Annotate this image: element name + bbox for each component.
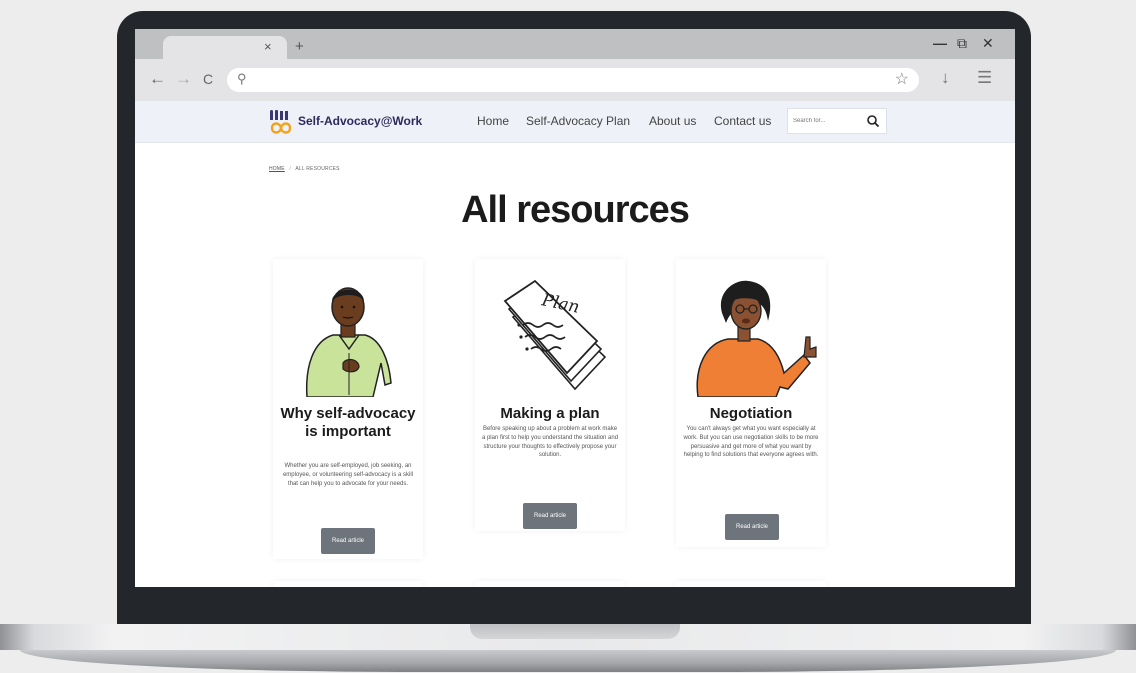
search-icon[interactable] <box>866 114 880 128</box>
logo-text: Self-Advocacy@Work <box>298 114 423 128</box>
logo-mark-icon <box>270 110 292 134</box>
resource-card: Plan Making a plan Before speaking up ab… <box>475 259 625 531</box>
resource-card <box>273 581 423 587</box>
nav-contact-us[interactable]: Contact us <box>714 114 771 128</box>
laptop-base-edge <box>20 650 1116 672</box>
search-input[interactable] <box>788 109 860 133</box>
resource-card <box>475 581 625 587</box>
bookmark-star-icon[interactable]: ☆ <box>895 69 909 89</box>
nav-about-us[interactable]: About us <box>649 114 696 128</box>
breadcrumb-separator: / <box>289 166 291 172</box>
card-description: Before speaking up about a problem at wo… <box>481 426 619 459</box>
resource-card: Negotiation You can't always get what yo… <box>676 259 826 547</box>
card-title: Negotiation <box>709 405 793 422</box>
nav-home[interactable]: Home <box>477 114 509 128</box>
breadcrumb: HOME / ALL RESOURCES <box>269 166 340 172</box>
site-search <box>787 108 887 134</box>
minimize-icon[interactable]: — <box>933 35 947 51</box>
card-title: Why self-advocacy is important <box>280 405 416 440</box>
close-window-icon[interactable]: ✕ <box>982 35 994 52</box>
forward-icon[interactable]: → <box>175 69 192 89</box>
site-logo[interactable]: Self-Advocacy@Work <box>269 108 423 136</box>
new-tab-icon[interactable]: + <box>295 38 304 55</box>
site-header: Self-Advocacy@Work Home Self-Advocacy Pl… <box>135 101 1015 143</box>
man-illustration-icon <box>305 287 392 397</box>
back-icon[interactable]: ← <box>149 69 166 89</box>
breadcrumb-current: ALL RESOURCES <box>295 166 340 172</box>
laptop-notch <box>470 624 680 639</box>
read-article-button[interactable]: Read article <box>321 528 375 554</box>
restore-icon[interactable]: ⧉ <box>957 35 967 52</box>
menu-icon[interactable]: ☰ <box>977 68 992 88</box>
address-bar[interactable]: ⚲ ☆ <box>227 68 919 92</box>
breadcrumb-home-link[interactable]: HOME <box>269 166 285 172</box>
tab-close-icon[interactable]: × <box>264 39 272 54</box>
read-article-button[interactable]: Read article <box>523 503 577 529</box>
download-icon[interactable]: ↓ <box>941 68 950 88</box>
card-title: Making a plan <box>500 405 600 422</box>
nav-self-advocacy-plan[interactable]: Self-Advocacy Plan <box>526 114 630 128</box>
search-icon: ⚲ <box>237 71 247 86</box>
card-description: Whether you are self-employed, job seeki… <box>282 463 414 487</box>
laptop-mockup: × + — ⧉ ✕ ← → C ⚲ ☆ ↓ ☰ Self-Advocacy@Wo… <box>0 0 1136 673</box>
resource-card: Why self-advocacy is important Whether y… <box>273 259 423 559</box>
browser-window: × + — ⧉ ✕ ← → C ⚲ ☆ ↓ ☰ Self-Advocacy@Wo… <box>135 29 1015 587</box>
woman-illustration-icon <box>696 280 817 397</box>
resource-card <box>676 581 826 587</box>
page-title: All resources <box>461 189 690 231</box>
plan-document-icon: Plan <box>503 279 607 391</box>
reload-icon[interactable]: C <box>203 71 213 87</box>
browser-toolbar: ← → C ⚲ ☆ ↓ ☰ <box>135 59 1015 101</box>
card-description: You can't always get what you want espec… <box>683 426 819 459</box>
read-article-button[interactable]: Read article <box>725 514 779 540</box>
tab-bar: × + — ⧉ ✕ <box>135 29 1015 59</box>
